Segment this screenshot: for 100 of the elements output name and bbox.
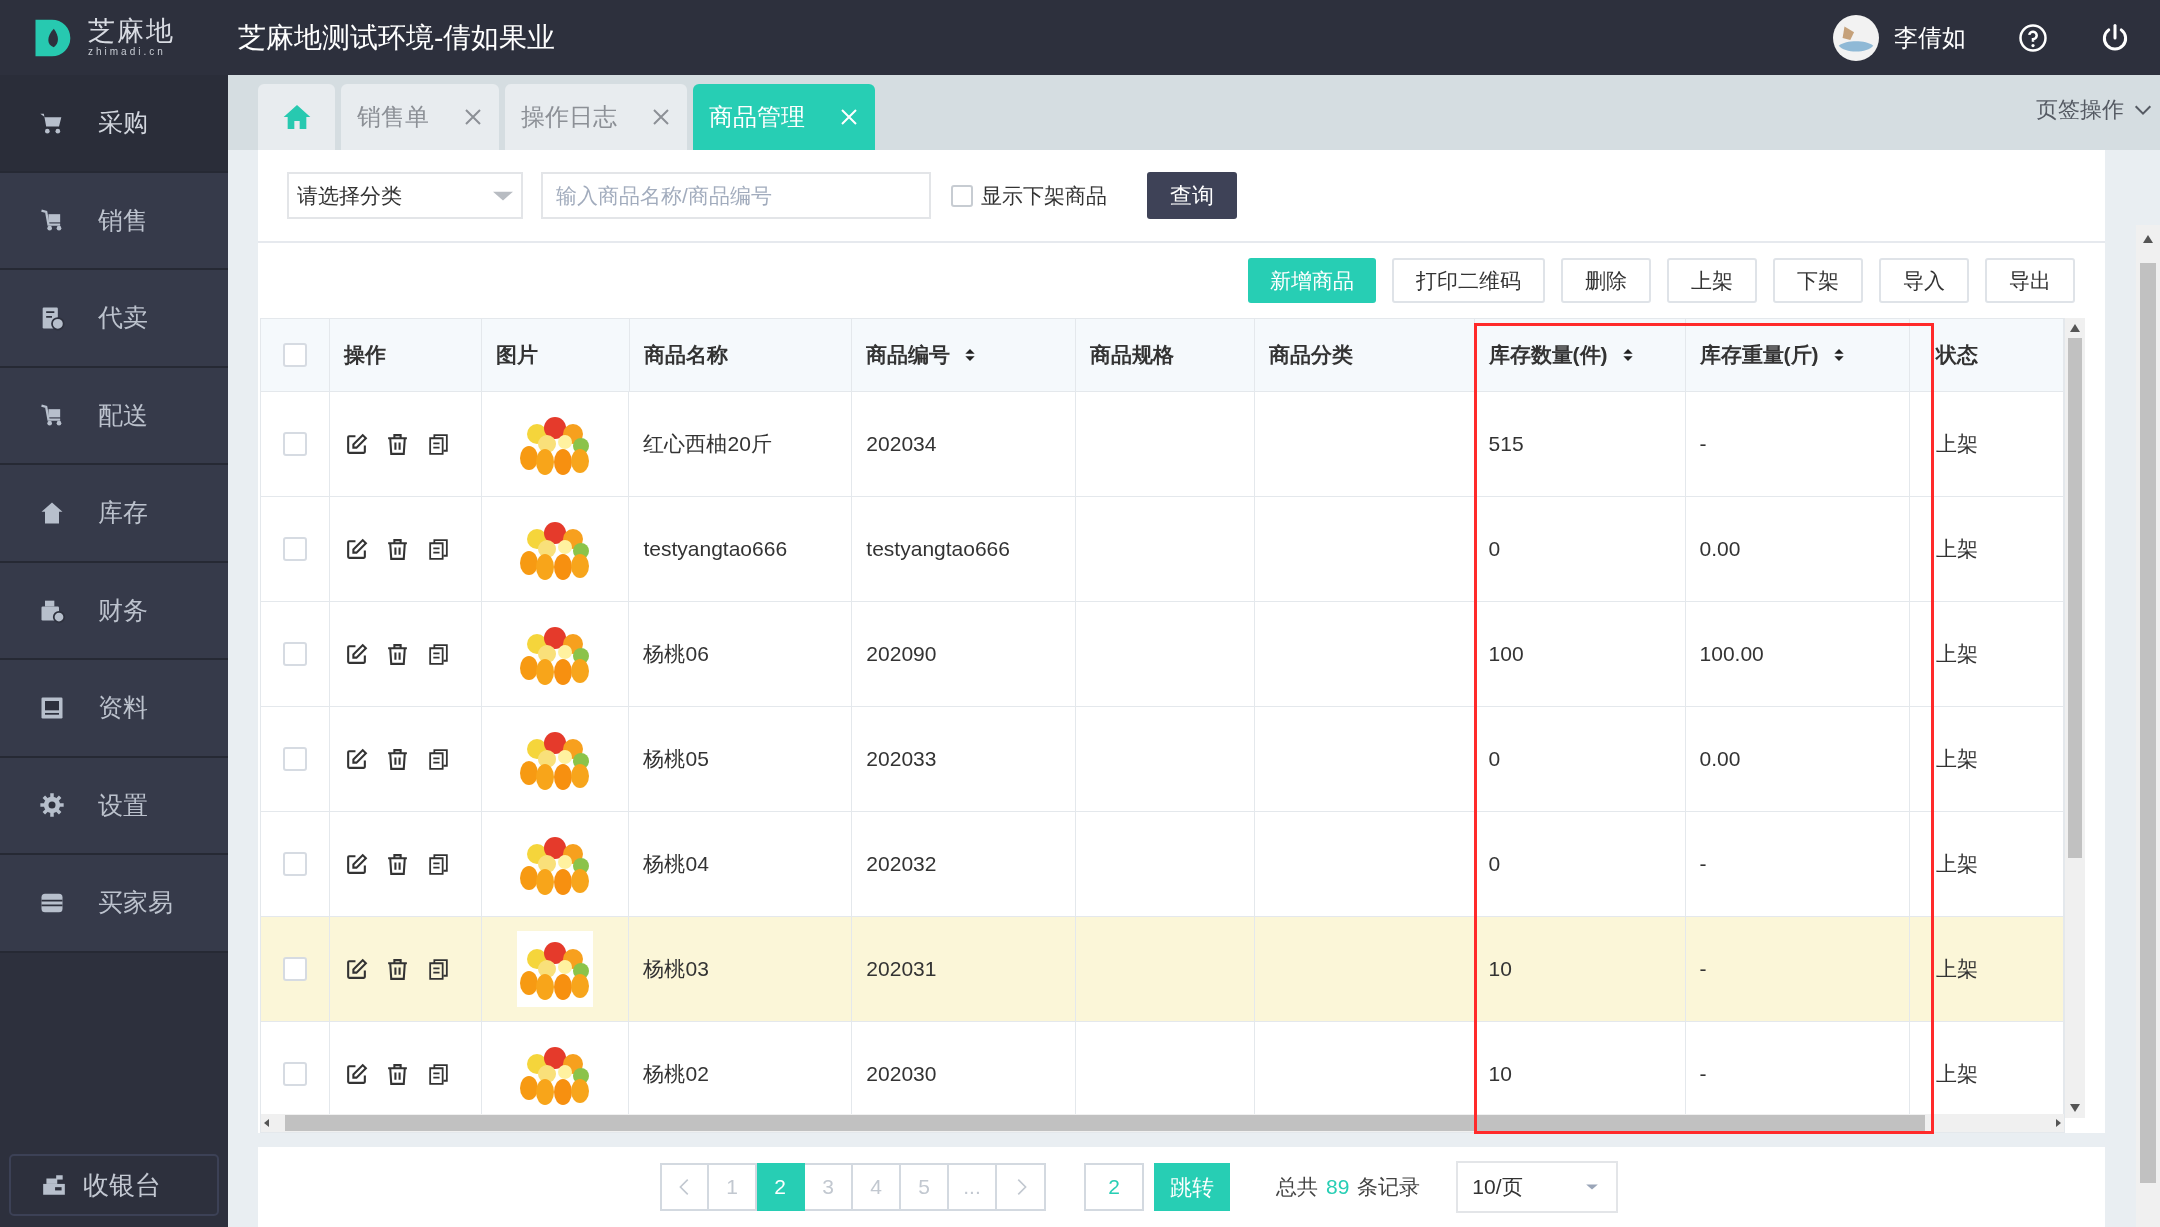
row-checkbox[interactable] (283, 957, 308, 981)
table-cell-text: 202032 (866, 851, 937, 878)
app-title: 芝麻地测试环境-倩如果业 (238, 20, 556, 55)
logo-subtext: zhimadi.cn (88, 47, 167, 57)
table-cell-text: 上架 (1936, 851, 1979, 878)
table-cell-text: 10 (1488, 1061, 1512, 1088)
table-cell-text: 上架 (1936, 431, 1979, 458)
page-size-select[interactable]: 10/页 (1456, 1161, 1619, 1213)
table-cell-text: 515 (1488, 431, 1524, 458)
edit-icon[interactable] (344, 536, 370, 562)
table-cell-text: 红心西柚20斤 (643, 431, 772, 458)
edit-icon[interactable] (344, 1061, 370, 1087)
total-label: 总共 (1276, 1174, 1318, 1201)
sidebar-item[interactable]: 买家易 (0, 855, 228, 953)
sidebar-item[interactable]: 采购 (0, 75, 228, 173)
edit-icon[interactable] (344, 956, 370, 982)
column-header[interactable]: 库存数量(件) (1474, 319, 1686, 391)
query-button[interactable]: 查询 (1147, 172, 1237, 219)
table-cell-text: 上架 (1936, 1061, 1979, 1088)
table-cell-text: 100 (1488, 641, 1524, 668)
toolbar-button[interactable]: 上架 (1667, 258, 1757, 303)
column-header[interactable]: 商品分类 (1254, 319, 1475, 391)
total-count: 89 (1326, 1174, 1350, 1201)
search-field[interactable]: 输入商品名称/商品编号 (541, 172, 931, 219)
scrollbar[interactable] (2065, 318, 2085, 1118)
table-cell-text: 杨桃03 (643, 956, 709, 983)
edit-icon[interactable] (344, 851, 370, 877)
page-scrollbar[interactable] (2136, 225, 2160, 1227)
table-cell-text: - (1699, 431, 1707, 458)
table-row[interactable]: 杨桃04 202032 0 - 上架 (261, 812, 2065, 917)
row-checkbox[interactable] (283, 537, 308, 561)
column-header[interactable]: 图片 (481, 319, 630, 391)
cashier-button[interactable]: 收银台 (9, 1154, 219, 1216)
table-cell-text: 上架 (1936, 956, 1979, 983)
table-cell-text: 202030 (866, 1061, 937, 1088)
table-cell-text: 202031 (866, 956, 937, 983)
table-row[interactable]: 杨桃03 202031 10 - 上架 (261, 917, 2065, 1022)
table-cell-text: 上架 (1936, 641, 1979, 668)
user-name[interactable]: 李倩如 (1894, 19, 1966, 56)
table-cell-text: 202033 (866, 746, 937, 773)
scroll-up-icon[interactable] (2070, 324, 2081, 332)
table-cell-text: 10 (1488, 956, 1512, 983)
caret-icon (493, 190, 513, 201)
table-row[interactable]: 红心西柚20斤 202034 515 - 上架 (261, 392, 2065, 497)
tab-actions-menu[interactable]: 页签操作 (2036, 93, 2154, 126)
sidebar-item[interactable]: 财务 (0, 562, 228, 660)
table-row[interactable]: 杨桃06 202090 100 100.00 上架 (261, 602, 2065, 707)
edit-icon[interactable] (344, 746, 370, 772)
sidebar-item[interactable]: 库存 (0, 465, 228, 563)
row-checkbox[interactable] (283, 852, 308, 876)
row-checkbox[interactable] (283, 747, 308, 771)
table-cell-text: - (1699, 956, 1707, 983)
power-icon[interactable] (2100, 22, 2130, 53)
column-header[interactable]: 库存重量(斤) (1685, 319, 1911, 391)
toolbar-button[interactable]: 下架 (1773, 258, 1863, 303)
table-row[interactable]: 杨桃05 202033 0 0.00 上架 (261, 707, 2065, 812)
sidebar-item[interactable]: 销售 (0, 172, 228, 270)
table-cell-text: 0 (1488, 851, 1501, 878)
sidebar-item[interactable]: 配送 (0, 367, 228, 465)
avatar[interactable] (1833, 14, 1879, 61)
show-offshelf-checkbox[interactable]: 显示下架商品 (951, 179, 1107, 212)
toolbar-button[interactable]: 导出 (1985, 258, 2075, 303)
table-cell-text: 上架 (1936, 536, 1979, 563)
table-cell-text: - (1699, 851, 1707, 878)
help-icon[interactable] (2018, 22, 2048, 53)
toolbar-button[interactable]: 导入 (1879, 258, 1969, 303)
row-checkbox[interactable] (283, 1062, 308, 1086)
horizontal-scrollbar[interactable] (261, 1114, 2065, 1132)
table-cell-text: testyangtao666 (643, 536, 788, 563)
scroll-up-icon[interactable] (2143, 235, 2153, 243)
table-cell-text: 上架 (1936, 746, 1979, 773)
table-row[interactable]: testyangtao666 testyangtao666 0 0.00 上架 (261, 497, 2065, 602)
table-cell-text: 杨桃02 (643, 1061, 709, 1088)
row-checkbox[interactable] (283, 642, 308, 666)
column-header[interactable]: 商品规格 (1076, 319, 1255, 391)
toolbar-button[interactable]: 删除 (1561, 258, 1651, 303)
row-checkbox[interactable] (283, 432, 308, 456)
logo-text: 芝麻地 (88, 18, 175, 45)
toolbar-button[interactable]: 打印二维码 (1392, 258, 1545, 303)
cash-register-icon (41, 1172, 67, 1198)
select-all-checkbox[interactable] (283, 343, 308, 367)
table-cell-text: 202034 (866, 431, 937, 458)
table-cell-text: 0.00 (1699, 536, 1741, 563)
sidebar-item[interactable]: 代卖 (0, 270, 228, 368)
table-cell-text: 100.00 (1699, 641, 1764, 668)
scroll-down-icon[interactable] (2070, 1104, 2081, 1112)
menu-icon (38, 791, 66, 820)
column-header[interactable]: 商品编号 (852, 319, 1077, 391)
edit-icon[interactable] (344, 641, 370, 667)
category-select[interactable]: 请选择分类 (287, 172, 523, 219)
table-cell-text: 202090 (866, 641, 937, 668)
column-header[interactable]: 状态 (1910, 319, 2065, 391)
table-cell-text: 0.00 (1699, 746, 1741, 773)
sidebar-item[interactable]: 资料 (0, 660, 228, 758)
column-header[interactable]: 操作 (330, 319, 482, 391)
edit-icon[interactable] (344, 431, 370, 457)
table-cell-text: 0 (1488, 746, 1501, 773)
sidebar-item[interactable]: 设置 (0, 757, 228, 855)
table-cell-text: 杨桃06 (643, 641, 709, 668)
column-header[interactable]: 商品名称 (629, 319, 853, 391)
